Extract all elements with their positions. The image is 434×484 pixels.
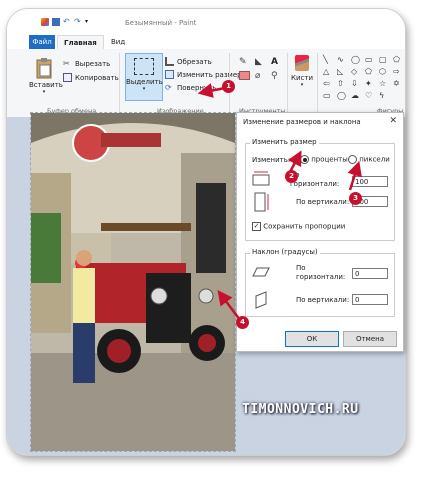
step-badge-2: 2	[285, 170, 298, 183]
step-badge-1: 1	[222, 80, 235, 93]
step-badge-3: 3	[349, 192, 362, 205]
arrow-to-pixels	[347, 160, 362, 191]
step-badge-4: 4	[236, 316, 249, 329]
watermark-text: TIMONNOVICH.RU	[242, 402, 359, 417]
arrow-to-image	[217, 290, 241, 321]
annotation-arrows	[197, 83, 362, 321]
